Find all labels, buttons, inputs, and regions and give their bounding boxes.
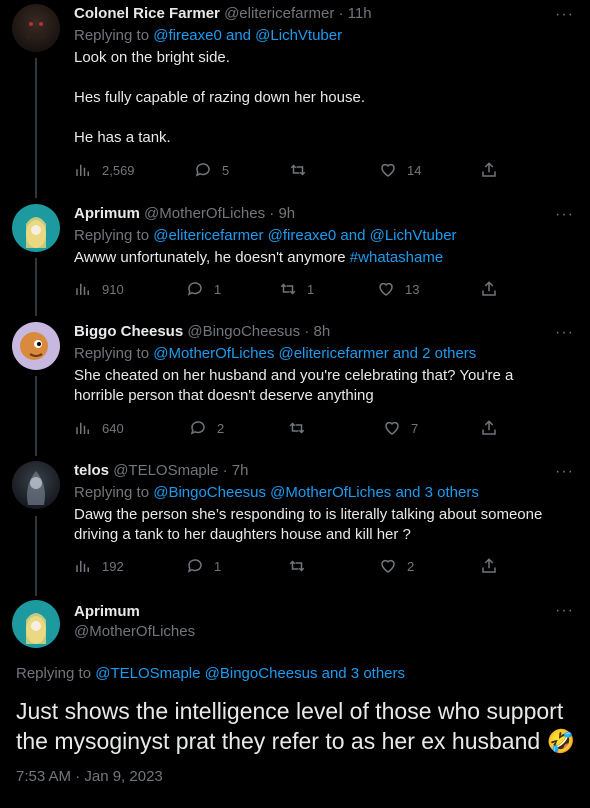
- views-button[interactable]: 910: [74, 280, 124, 298]
- replying-to: Replying to @TELOSmaple @BingoCheesus an…: [16, 665, 406, 682]
- action-bar: 640 2 7: [74, 419, 514, 439]
- main-tweet: Aprimum @MotherOfLiches ··· Replying to @…: [0, 600, 590, 808]
- mention-link[interactable]: @TELOSmaple @BingoCheesus and 3 others: [95, 665, 405, 682]
- reply-button[interactable]: 2: [189, 419, 224, 437]
- share-icon: [482, 420, 496, 435]
- reply-icon: [187, 559, 202, 573]
- author-handle[interactable]: @TELOSmaple: [113, 462, 218, 479]
- views-button[interactable]: 192: [74, 557, 124, 575]
- author-name[interactable]: Aprimum: [74, 205, 140, 222]
- avatar[interactable]: [12, 461, 60, 509]
- tweet-biggo[interactable]: Biggo Cheesus @BingoCheesus · 8h ··· Rep…: [0, 322, 590, 442]
- author-name[interactable]: telos: [74, 462, 109, 479]
- retweet-button[interactable]: [289, 161, 317, 179]
- retweet-button[interactable]: 1: [279, 280, 314, 298]
- mention-link[interactable]: @elitericefarmer @fireaxe0 and @LichVtub…: [153, 227, 456, 244]
- author-name[interactable]: Aprimum: [74, 602, 195, 622]
- replying-to: Replying to @fireaxe0 and @LichVtuber: [74, 27, 343, 44]
- action-bar: 2,569 5 14: [74, 161, 514, 181]
- heart-icon: [381, 559, 395, 573]
- timestamp[interactable]: 8h: [314, 323, 331, 340]
- more-options-icon[interactable]: ···: [555, 324, 574, 342]
- share-button[interactable]: [480, 557, 508, 575]
- retweet-icon: [289, 560, 305, 572]
- author-handle[interactable]: @BingoCheesus: [187, 323, 300, 340]
- share-icon: [482, 162, 496, 177]
- retweet-icon: [280, 283, 296, 295]
- tweet-colonel[interactable]: Colonel Rice Farmer @elitericefarmer · 1…: [0, 4, 590, 190]
- reply-button[interactable]: 1: [186, 280, 221, 298]
- views-button[interactable]: 640: [74, 419, 124, 437]
- retweet-button[interactable]: [288, 557, 316, 575]
- tweet-text: Just shows the intelligence level of tho…: [16, 698, 576, 754]
- heart-icon: [381, 163, 395, 177]
- action-bar: 910 1 1 13: [74, 280, 514, 300]
- reply-icon: [195, 163, 210, 177]
- share-icon: [482, 281, 496, 296]
- tweet-text: She cheated on her husband and you're ce…: [74, 367, 514, 404]
- timestamp[interactable]: 11h: [348, 5, 372, 22]
- more-options-icon[interactable]: ···: [555, 206, 574, 224]
- views-button[interactable]: 2,569: [74, 161, 135, 179]
- avatar[interactable]: [12, 600, 60, 648]
- heart-icon: [379, 282, 393, 296]
- hashtag-link[interactable]: #whatashame: [350, 249, 443, 266]
- post-timestamp[interactable]: 7:53 AM · Jan 9, 2023: [16, 767, 163, 787]
- replying-to: Replying to @MotherOfLiches @elitericefa…: [74, 345, 477, 362]
- retweet-icon: [289, 422, 305, 434]
- more-options-icon[interactable]: ···: [555, 6, 574, 24]
- retweet-button[interactable]: [288, 419, 316, 437]
- views-icon: [76, 164, 89, 176]
- replying-to: Replying to @elitericefarmer @fireaxe0 a…: [74, 227, 457, 244]
- avatar[interactable]: [12, 322, 60, 370]
- tweet-text: Look on the bright side. Hes fully capab…: [74, 49, 366, 146]
- share-button[interactable]: [480, 280, 508, 298]
- action-bar: 192 1 2: [74, 557, 514, 577]
- timestamp[interactable]: 9h: [278, 205, 295, 222]
- like-button[interactable]: 7: [383, 419, 418, 437]
- retweet-icon: [290, 164, 306, 176]
- author-name[interactable]: Biggo Cheesus: [74, 323, 183, 340]
- avatar[interactable]: [12, 4, 60, 52]
- author-handle[interactable]: @elitericefarmer: [224, 5, 334, 22]
- more-options-icon[interactable]: ···: [555, 463, 574, 481]
- mention-link[interactable]: @fireaxe0 and @LichVtuber: [153, 27, 342, 44]
- tweet-aprimum[interactable]: Aprimum @MotherOfLiches · 9h ··· Replyin…: [0, 204, 590, 304]
- share-icon: [482, 558, 496, 573]
- tweet-text: Awww unfortunately, he doesn't anymore #…: [74, 249, 444, 266]
- reply-button[interactable]: 5: [194, 161, 229, 179]
- author-name[interactable]: Colonel Rice Farmer: [74, 5, 220, 22]
- avatar[interactable]: [12, 204, 60, 252]
- share-button[interactable]: [480, 419, 508, 437]
- reply-icon: [187, 282, 202, 296]
- like-button[interactable]: 2: [379, 557, 414, 575]
- views-icon: [76, 283, 89, 295]
- like-button[interactable]: 13: [377, 280, 419, 298]
- views-icon: [76, 422, 89, 434]
- mention-link[interactable]: @BingoCheesus @MotherOfLiches and 3 othe…: [153, 484, 479, 501]
- author-handle[interactable]: @MotherOfLiches: [144, 205, 265, 222]
- mention-link[interactable]: @MotherOfLiches @elitericefarmer and 2 o…: [153, 345, 476, 362]
- tweet-text: Dawg the person she’s responding to is l…: [74, 506, 543, 543]
- reply-button[interactable]: 1: [186, 557, 221, 575]
- heart-icon: [385, 421, 399, 435]
- like-button[interactable]: 14: [379, 161, 421, 179]
- views-icon: [76, 560, 89, 572]
- timestamp[interactable]: 7h: [232, 462, 249, 479]
- author-handle[interactable]: @MotherOfLiches: [74, 622, 195, 642]
- share-button[interactable]: [480, 161, 508, 179]
- rofl-emoji: 🤣: [546, 728, 576, 754]
- reply-icon: [190, 421, 205, 435]
- more-options-icon[interactable]: ···: [555, 602, 574, 620]
- replying-to: Replying to @BingoCheesus @MotherOfLiche…: [74, 484, 479, 501]
- tweet-telos[interactable]: telos @TELOSmaple · 7h ··· Replying to @…: [0, 461, 590, 581]
